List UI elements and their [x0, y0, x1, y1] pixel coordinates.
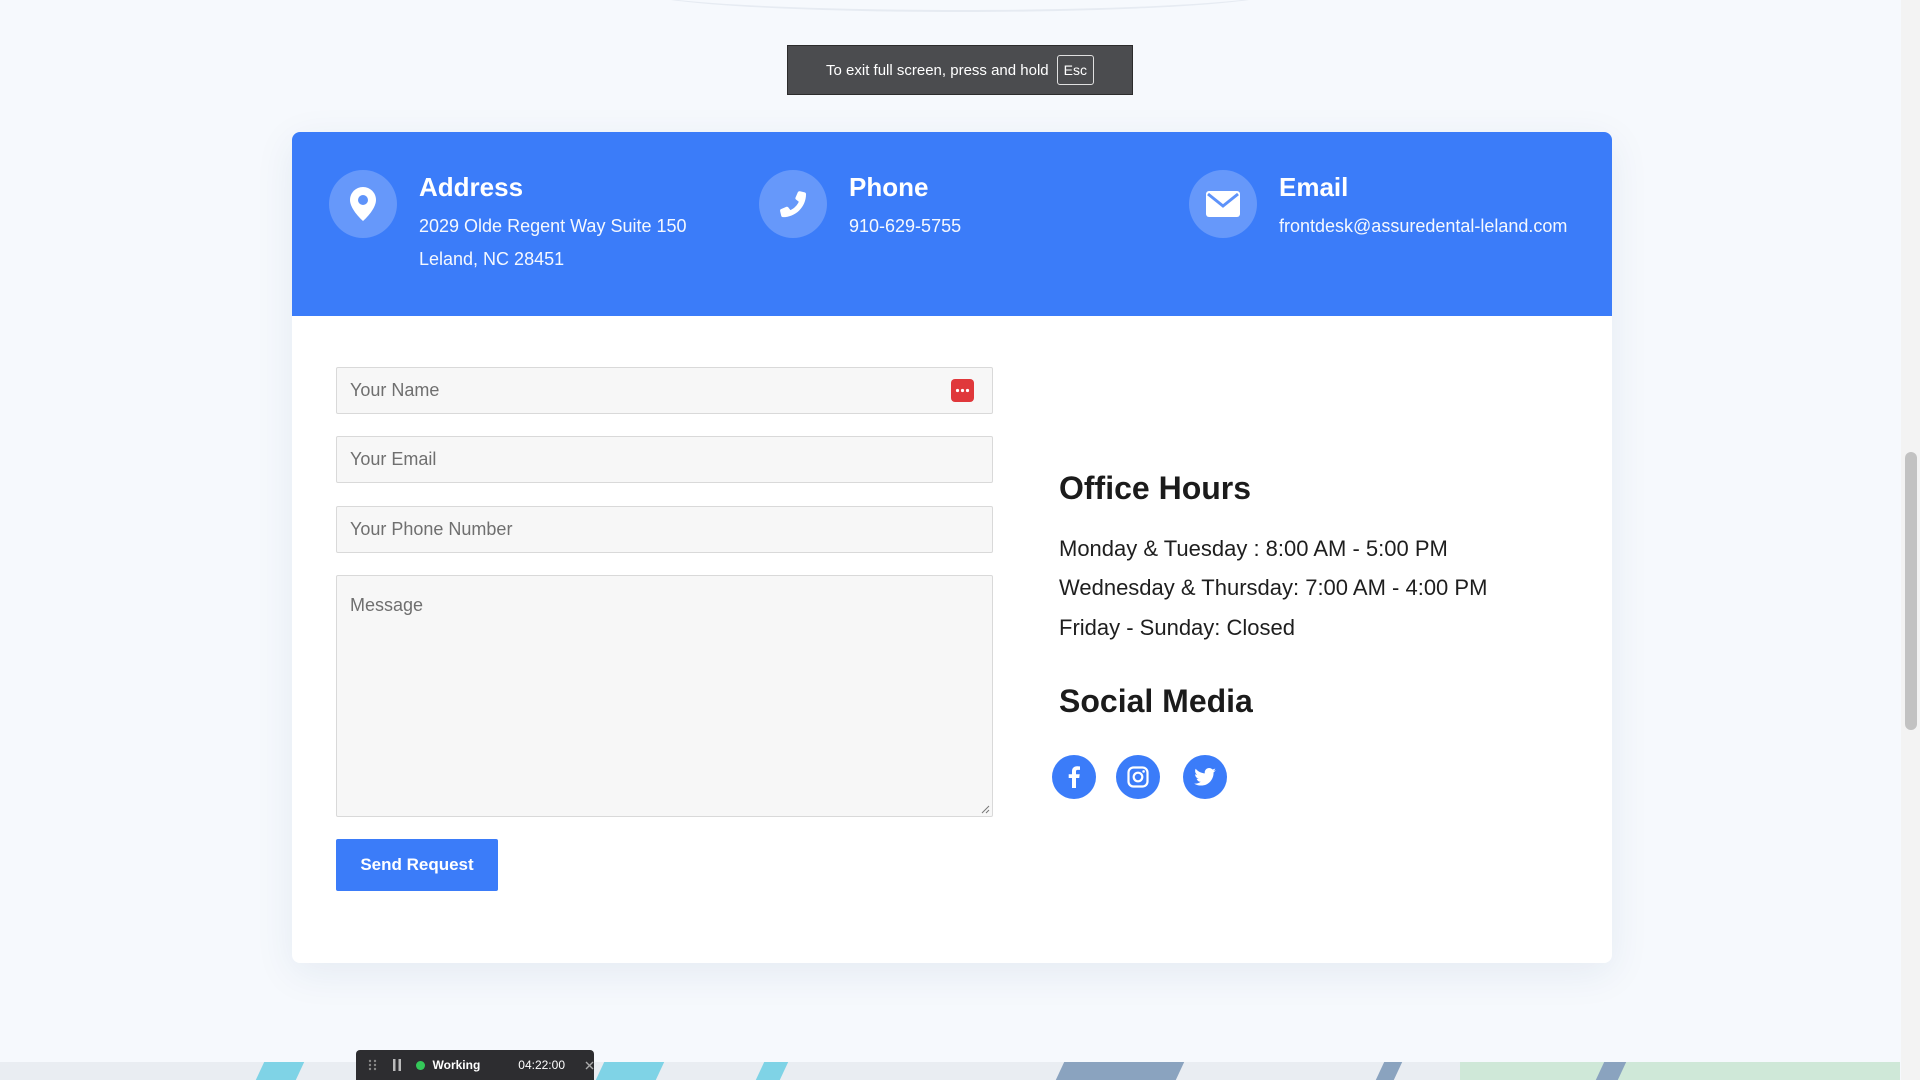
name-placeholder: Your Name [350, 380, 440, 400]
esc-key-label: Esc [1056, 55, 1094, 85]
password-manager-icon[interactable] [951, 379, 974, 402]
phone-icon [759, 170, 827, 238]
phone-input[interactable]: Your Phone Number [336, 506, 993, 553]
contact-card: Address 2029 Olde Regent Way Suite 150 L… [292, 132, 1612, 963]
pause-icon[interactable] [392, 1059, 402, 1071]
phone-title: Phone [849, 172, 929, 202]
office-hours-title: Office Hours [1059, 470, 1252, 506]
address-line-1: 2029 Olde Regent Way Suite 150 [419, 216, 687, 236]
recording-status: Working [432, 1058, 481, 1072]
phone-placeholder: Your Phone Number [350, 519, 513, 539]
address-title: Address [419, 172, 524, 202]
email-title: Email [1279, 172, 1349, 202]
recording-status-dot [416, 1060, 425, 1070]
facebook-icon[interactable] [1052, 755, 1096, 799]
name-input[interactable]: Your Name [336, 367, 993, 414]
office-hours-line: Wednesday & Thursday: 7:00 AM - 4:00 PM [1059, 575, 1488, 600]
phone-number-link[interactable]: 910-629-5755 [849, 210, 961, 243]
phone-block: Phone 910-629-5755 [759, 170, 961, 243]
office-hours-line: Friday - Sunday: Closed [1059, 615, 1295, 640]
instagram-icon[interactable] [1116, 755, 1160, 799]
map-pin-icon [329, 170, 397, 238]
scrollbar-thumb[interactable] [1905, 452, 1917, 730]
drag-handle-icon[interactable] [368, 1059, 378, 1071]
email-address-link[interactable]: frontdesk@assuredental-leland.com [1279, 210, 1567, 243]
recording-time: 04:22:00 [518, 1058, 565, 1072]
resize-handle-icon[interactable] [981, 805, 990, 814]
address-block: Address 2029 Olde Regent Way Suite 150 L… [329, 170, 687, 276]
fullscreen-notice-text: To exit full screen, press and hold [826, 61, 1049, 79]
email-placeholder: Your Email [350, 449, 437, 469]
fullscreen-exit-notice: To exit full screen, press and hold Esc [787, 45, 1133, 95]
send-request-button[interactable]: Send Request [336, 839, 498, 891]
close-icon[interactable] [585, 1061, 594, 1070]
map-preview[interactable] [0, 1062, 1900, 1080]
message-placeholder: Message [350, 595, 424, 615]
email-block: Email frontdesk@assuredental-leland.com [1189, 170, 1567, 243]
decorative-arc [640, 0, 1280, 12]
address-line-2: Leland, NC 28451 [419, 249, 565, 269]
contact-info-banner: Address 2029 Olde Regent Way Suite 150 L… [292, 132, 1612, 316]
social-media-title: Social Media [1059, 683, 1253, 719]
twitter-icon[interactable] [1183, 755, 1227, 799]
envelope-icon [1189, 170, 1257, 238]
message-textarea[interactable]: Message [336, 575, 993, 817]
office-hours-line: Monday & Tuesday : 8:00 AM - 5:00 PM [1059, 536, 1448, 561]
email-input[interactable]: Your Email [336, 436, 993, 483]
recording-toolbar: Working 04:22:00 [356, 1050, 594, 1080]
scrollbar-track[interactable] [1901, 0, 1920, 1080]
